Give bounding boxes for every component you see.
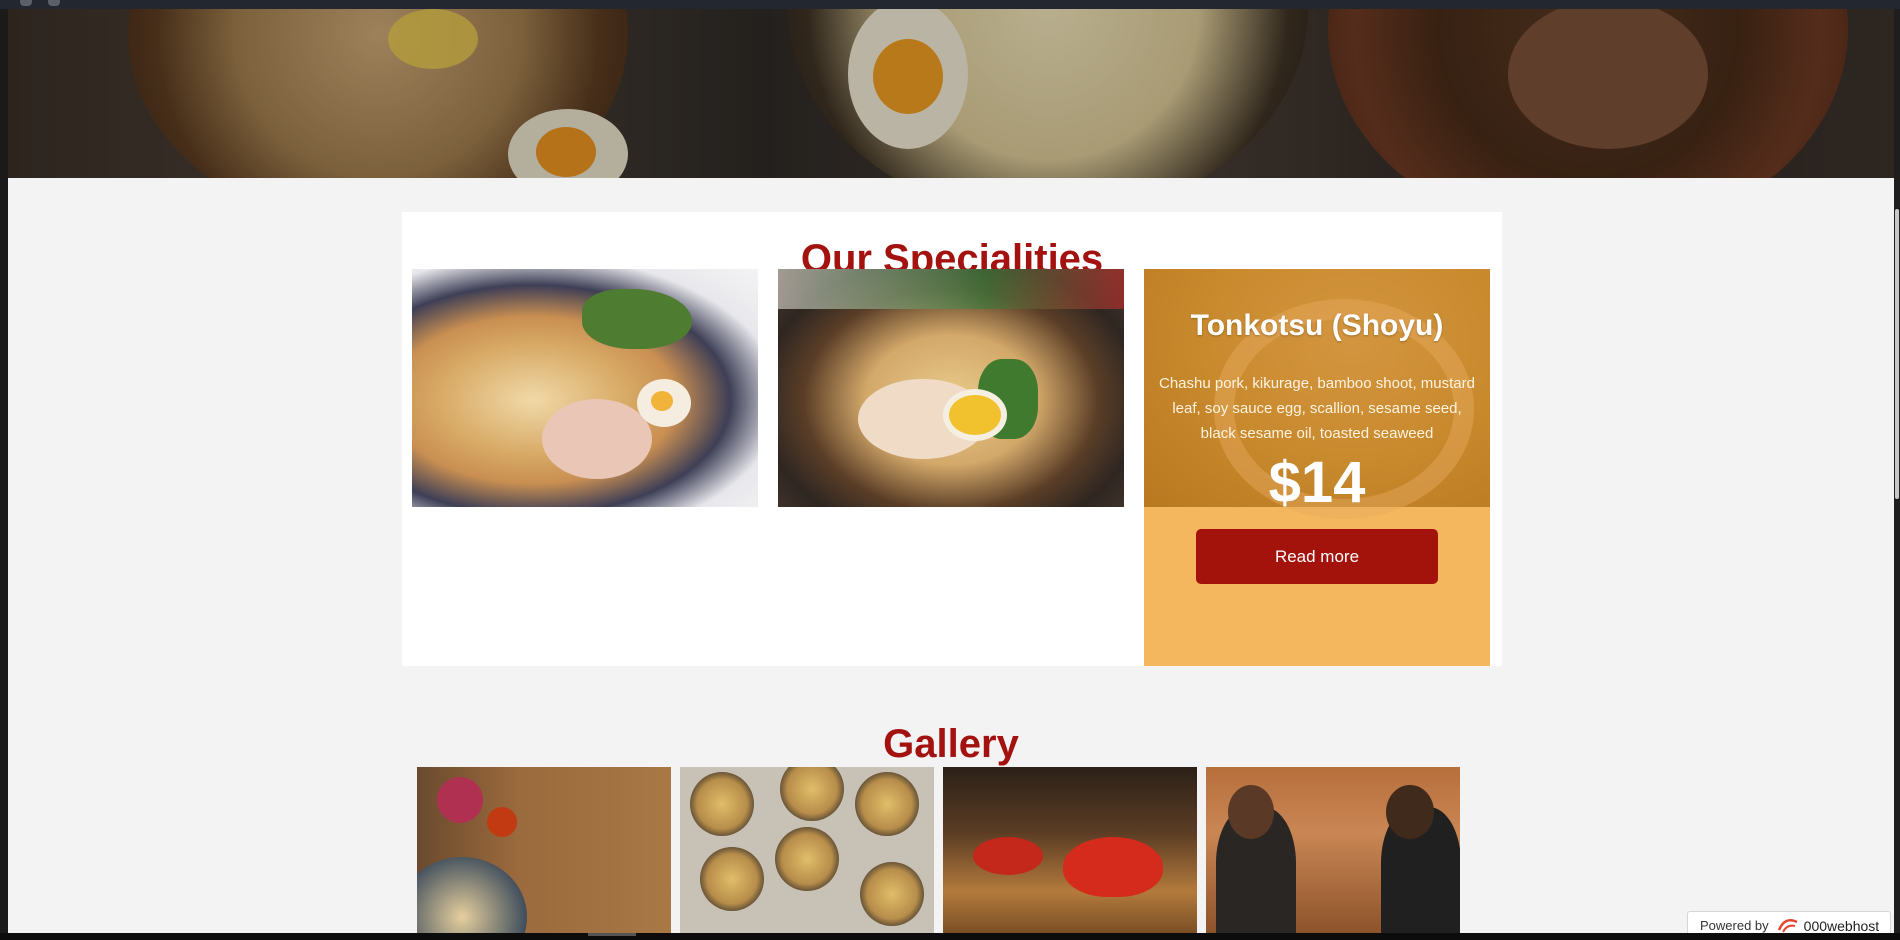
specialities-section: Our Specialities Tonkotsu (Shoyu) Chashu… [402, 212, 1502, 666]
gallery-image[interactable] [417, 767, 671, 933]
tabs-icon[interactable] [48, 0, 60, 6]
featured-dish-price: $14 [1268, 450, 1366, 515]
page-scrollbar[interactable] [1894, 9, 1900, 933]
featured-dish-description: Chashu pork, kikurage, bamboo shoot, mus… [1158, 375, 1475, 442]
read-more-button[interactable]: Read more [1196, 529, 1438, 584]
page-viewport: Our Specialities Tonkotsu (Shoyu) Chashu… [8, 9, 1894, 933]
featured-speciality-card[interactable]: Tonkotsu (Shoyu) Chashu pork, kikurage, … [1144, 269, 1490, 666]
webhost-logo-icon [1777, 918, 1799, 934]
gallery-image[interactable] [943, 767, 1197, 933]
webhost-brand-name: 000webhost [1803, 917, 1880, 934]
menu-icon[interactable] [20, 0, 32, 6]
gallery-heading: Gallery [883, 722, 1019, 767]
gallery-image[interactable] [1206, 767, 1460, 933]
powered-by-label: Powered by [1700, 918, 1769, 933]
hero-banner-image [8, 9, 1894, 178]
speciality-image[interactable] [778, 269, 1124, 507]
featured-dish-name: Tonkotsu (Shoyu) [1190, 309, 1444, 342]
gallery-image[interactable] [680, 767, 934, 933]
browser-bottom-bar [0, 933, 1900, 940]
powered-by-badge[interactable]: Powered by 000webhost [1687, 911, 1891, 933]
speciality-image[interactable] [412, 269, 758, 507]
browser-top-bar [0, 0, 1900, 9]
